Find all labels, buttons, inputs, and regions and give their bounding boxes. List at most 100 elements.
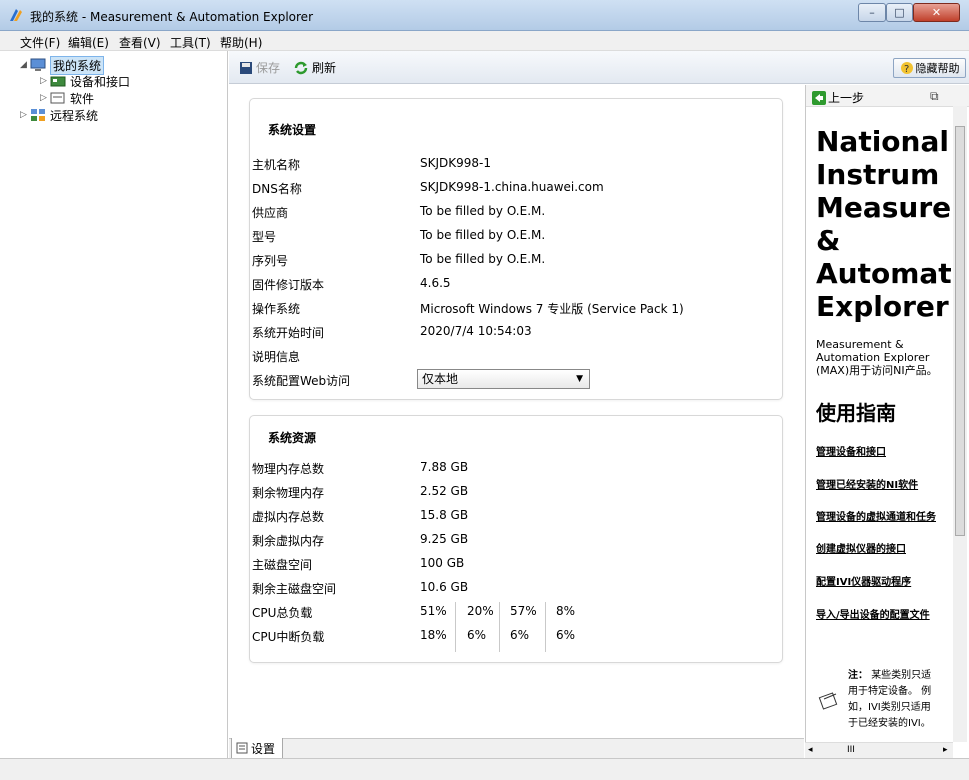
help-link-import-export[interactable]: 导入/导出设备的配置文件 bbox=[816, 606, 930, 621]
menu-file[interactable]: 文件(F) bbox=[20, 34, 60, 51]
settings-label: DNS名称 bbox=[252, 182, 302, 196]
resource-value: 9.25 GB bbox=[420, 532, 469, 546]
resource-label: 剩余虚拟内存 bbox=[252, 534, 325, 548]
menu-help[interactable]: 帮助(H) bbox=[220, 34, 262, 51]
hide-help-label: 隐藏帮助 bbox=[915, 62, 960, 75]
refresh-label: 刷新 bbox=[312, 61, 337, 75]
cpu-interrupt-label: CPU中断负载 bbox=[252, 630, 325, 644]
menu-edit[interactable]: 编辑(E) bbox=[68, 34, 109, 51]
cpu-interrupt-value: 6% bbox=[556, 628, 576, 642]
web-access-value: 仅本地 bbox=[422, 372, 459, 386]
expand-arrow-icon[interactable]: ▷ bbox=[20, 110, 30, 120]
cpu-total-value: 51% bbox=[420, 604, 447, 618]
settings-label: 说明信息 bbox=[252, 350, 301, 364]
resource-row: 物理内存总数 7.88 GB bbox=[250, 460, 784, 480]
panel-title: 系统资源 bbox=[268, 431, 317, 445]
guide-heading: 使用指南 bbox=[816, 401, 896, 425]
resource-label: 主磁盘空间 bbox=[252, 558, 313, 572]
web-access-label: 系统配置Web访问 bbox=[252, 374, 351, 388]
menu-tools[interactable]: 工具(T) bbox=[170, 34, 211, 51]
system-settings-panel: 系统设置 主机名称 SKJDK998-1 DNS名称 SKJDK998-1.ch… bbox=[249, 98, 783, 400]
dock-pane-icon[interactable]: ⧉ bbox=[930, 89, 939, 104]
settings-row: 固件修订版本 4.6.5 bbox=[250, 276, 784, 296]
help-link-virtual-instruments[interactable]: 创建虚拟仪器的接口 bbox=[816, 540, 906, 555]
scroll-right-icon[interactable]: ▸ bbox=[943, 745, 948, 755]
cpu-column-divider bbox=[455, 602, 456, 652]
web-access-select[interactable]: 仅本地 ▼ bbox=[417, 369, 590, 389]
expand-arrow-icon[interactable]: ▷ bbox=[40, 93, 50, 103]
system-resources-panel: 系统资源 物理内存总数 7.88 GB 剩余物理内存 2.52 GB 虚拟内存总… bbox=[249, 415, 783, 663]
settings-tab-icon bbox=[236, 742, 248, 754]
settings-row: DNS名称 SKJDK998-1.china.huawei.com bbox=[250, 180, 784, 200]
help-note: 注： 某些类别只适 用于特定设备。 例 如，IVI类别只适用 于已经安装的IVI… bbox=[818, 668, 958, 732]
tree-item-label: 远程系统 bbox=[50, 108, 99, 123]
view-tab-strip: 设置 bbox=[229, 738, 804, 759]
svg-text:?: ? bbox=[904, 64, 909, 75]
settings-value: To be filled by O.E.M. bbox=[420, 228, 546, 242]
close-button[interactable]: ✕ bbox=[913, 3, 960, 22]
dropdown-arrow-icon: ▼ bbox=[576, 374, 583, 384]
cpu-interrupt-value: 6% bbox=[510, 628, 530, 642]
help-links: 管理设备和接口 管理已经安装的NI软件 管理设备的虚拟通道和任务 创建虚拟仪器的… bbox=[816, 438, 961, 638]
settings-value: To be filled by O.E.M. bbox=[420, 252, 546, 266]
title-bar: 我的系统 - Measurement & Automation Explorer… bbox=[0, 0, 969, 31]
minimize-button[interactable]: – bbox=[858, 3, 886, 22]
cpu-interrupt-value: 18% bbox=[420, 628, 447, 642]
settings-row: 系统配置Web访问 仅本地 ▼ bbox=[250, 369, 784, 392]
hide-help-button[interactable]: ? 隐藏帮助 bbox=[893, 58, 966, 78]
settings-label: 主机名称 bbox=[252, 158, 301, 172]
cpu-total-row: CPU总负载 51% 20% 57% 8% bbox=[250, 604, 784, 624]
settings-row: 序列号 To be filled by O.E.M. bbox=[250, 252, 784, 272]
computer-icon bbox=[30, 58, 46, 71]
scroll-left-icon[interactable]: ◂ bbox=[808, 745, 813, 755]
resource-label: 物理内存总数 bbox=[252, 462, 325, 476]
expand-arrow-icon[interactable]: ▷ bbox=[40, 76, 50, 86]
scrollbar-thumb[interactable] bbox=[955, 126, 965, 536]
settings-row: 操作系统 Microsoft Windows 7 专业版 (Service Pa… bbox=[250, 300, 784, 320]
resource-row: 主磁盘空间 100 GB bbox=[250, 556, 784, 576]
panel-title: 系统设置 bbox=[268, 123, 317, 137]
help-nav-bar: 上一步 ⧉ bbox=[806, 85, 969, 107]
software-icon bbox=[50, 92, 65, 104]
cpu-interrupt-row: CPU中断负载 18% 6% 6% 6% bbox=[250, 628, 784, 648]
settings-label: 系统开始时间 bbox=[252, 326, 325, 340]
note-label: 注： bbox=[848, 670, 868, 681]
close-icon: ✕ bbox=[931, 6, 942, 19]
refresh-button[interactable]: 刷新 bbox=[293, 59, 336, 76]
cpu-total-value: 57% bbox=[510, 604, 537, 618]
cpu-total-label: CPU总负载 bbox=[252, 606, 313, 620]
max-app-icon bbox=[10, 9, 22, 21]
save-button[interactable]: 保存 bbox=[239, 59, 280, 76]
cpu-interrupt-value: 6% bbox=[467, 628, 487, 642]
tree-item-remote-systems[interactable]: ▷ 远程系统 bbox=[20, 107, 98, 123]
tree-item-devices[interactable]: ▷ 设备和接口 bbox=[40, 73, 130, 89]
note-line: 于已经安装的IVI。 bbox=[848, 718, 931, 729]
resource-row: 剩余主磁盘空间 10.6 GB bbox=[250, 580, 784, 600]
save-icon bbox=[240, 61, 252, 74]
note-line: 如，IVI类别只适用 bbox=[848, 702, 931, 713]
tree-item-software[interactable]: ▷ 软件 bbox=[40, 90, 94, 106]
tab-settings[interactable]: 设置 bbox=[231, 738, 283, 759]
maximize-button[interactable]: □ bbox=[886, 3, 913, 22]
menu-view[interactable]: 查看(V) bbox=[119, 34, 161, 51]
help-link-software[interactable]: 管理已经安装的NI软件 bbox=[816, 476, 918, 491]
tree-item-label: 软件 bbox=[70, 91, 95, 106]
status-bar bbox=[0, 758, 969, 780]
help-link-devices[interactable]: 管理设备和接口 bbox=[816, 443, 886, 458]
help-horizontal-scrollbar[interactable]: ◂ III ▸ bbox=[805, 742, 953, 758]
help-link-ivi[interactable]: 配置IVI仪器驱动程序 bbox=[816, 573, 911, 588]
settings-value: SKJDK998-1 bbox=[420, 156, 492, 170]
tree-item-my-system[interactable]: ◢ 我的系统 bbox=[20, 55, 105, 75]
help-vertical-scrollbar[interactable] bbox=[953, 106, 967, 742]
help-link-channels[interactable]: 管理设备的虚拟通道和任务 bbox=[816, 508, 936, 523]
back-button[interactable]: 上一步 bbox=[812, 89, 864, 106]
minimize-icon: – bbox=[869, 6, 875, 19]
collapse-arrow-icon[interactable]: ◢ bbox=[20, 60, 30, 70]
resource-value: 10.6 GB bbox=[420, 580, 469, 594]
cpu-column-divider bbox=[499, 602, 500, 652]
scrollbar-grip[interactable]: III bbox=[847, 745, 855, 755]
settings-row: 型号 To be filled by O.E.M. bbox=[250, 228, 784, 248]
settings-label: 操作系统 bbox=[252, 302, 301, 316]
resource-label: 虚拟内存总数 bbox=[252, 510, 325, 524]
resource-value: 15.8 GB bbox=[420, 508, 469, 522]
